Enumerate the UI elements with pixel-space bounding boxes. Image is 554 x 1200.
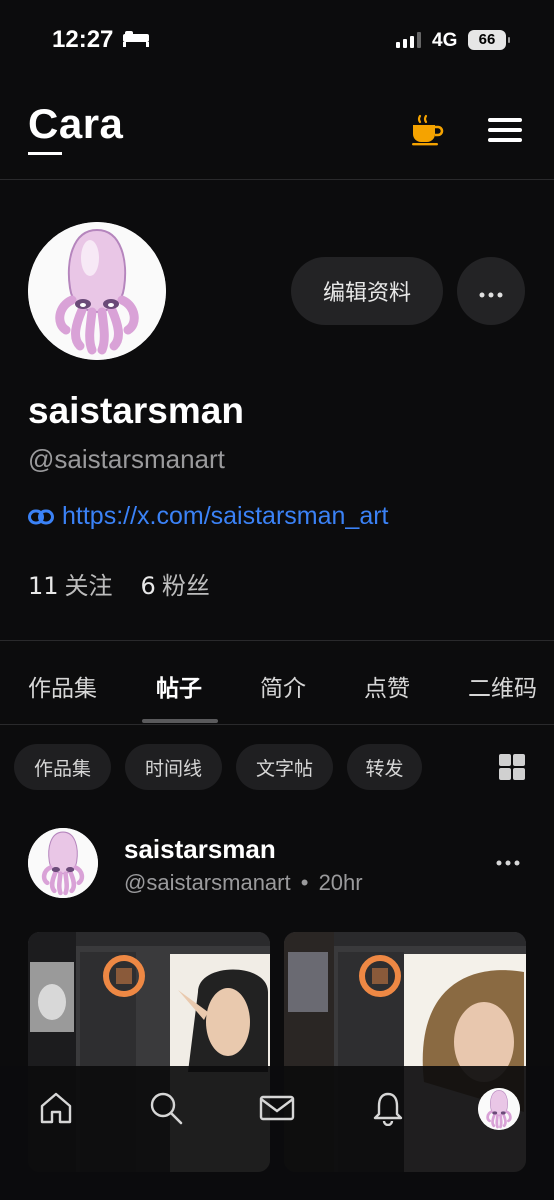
battery-indicator: 66 bbox=[468, 30, 510, 50]
bell-icon[interactable] bbox=[370, 1090, 406, 1126]
profile-link-text[interactable]: https://x.com/saistarsman_art bbox=[62, 502, 389, 531]
profile-link[interactable]: https://x.com/saistarsman_art bbox=[28, 502, 389, 531]
app-logo[interactable]: Cara bbox=[28, 100, 123, 148]
post-time: 20hr bbox=[318, 870, 363, 895]
filter-timeline[interactable]: 时间线 bbox=[125, 744, 222, 790]
post-options-button[interactable] bbox=[496, 846, 520, 872]
network-type: 4G bbox=[432, 30, 458, 51]
active-tab-indicator bbox=[142, 719, 218, 723]
tab-likes[interactable]: 点赞 bbox=[364, 669, 410, 703]
more-options-button[interactable] bbox=[457, 257, 525, 325]
more-dots-icon bbox=[496, 860, 520, 866]
squid-avatar-image bbox=[28, 222, 166, 360]
app-header: Cara bbox=[0, 84, 554, 180]
status-time: 12:27 bbox=[52, 26, 114, 53]
tab-portfolio[interactable]: 作品集 bbox=[28, 669, 97, 703]
hamburger-menu-icon[interactable] bbox=[488, 118, 522, 144]
profile-display-name: saistarsman bbox=[28, 390, 244, 431]
bottom-navigation bbox=[0, 1066, 554, 1200]
nav-profile-avatar[interactable] bbox=[478, 1088, 520, 1130]
search-icon[interactable] bbox=[148, 1090, 184, 1126]
coffee-cup-icon[interactable] bbox=[410, 114, 444, 146]
profile-handle: @saistarsmanart bbox=[28, 444, 225, 474]
home-icon[interactable] bbox=[38, 1090, 74, 1126]
status-bar: 12:27 4G 66 bbox=[0, 0, 554, 84]
logo-underline bbox=[28, 152, 62, 155]
followers-stat[interactable]: 6 粉丝 bbox=[141, 566, 210, 601]
filter-portfolio[interactable]: 作品集 bbox=[14, 744, 111, 790]
more-dots-icon bbox=[479, 292, 503, 298]
cellular-signal-icon bbox=[396, 32, 421, 48]
grid-view-icon[interactable] bbox=[499, 754, 525, 780]
post-meta: @saistarsmanart • 20hr bbox=[124, 870, 363, 896]
tab-qr-code[interactable]: 二维码 bbox=[468, 669, 537, 703]
edit-profile-button[interactable]: 编辑资料 bbox=[291, 257, 443, 325]
squid-avatar-image bbox=[478, 1088, 520, 1130]
squid-avatar-image bbox=[28, 828, 98, 898]
post-author-avatar[interactable] bbox=[28, 828, 98, 898]
post-author-name[interactable]: saistarsman bbox=[124, 834, 276, 865]
sleep-mode-icon bbox=[123, 31, 149, 47]
post-author-handle: @saistarsmanart bbox=[124, 870, 291, 895]
filter-text-posts[interactable]: 文字帖 bbox=[236, 744, 333, 790]
tab-about[interactable]: 简介 bbox=[260, 669, 306, 703]
link-icon bbox=[28, 509, 54, 524]
profile-avatar[interactable] bbox=[28, 222, 166, 360]
following-stat[interactable]: 11 关注 bbox=[28, 566, 113, 601]
tab-posts[interactable]: 帖子 bbox=[156, 669, 202, 703]
mail-icon[interactable] bbox=[259, 1090, 295, 1126]
meta-separator: • bbox=[300, 870, 309, 895]
filter-reposts[interactable]: 转发 bbox=[347, 744, 422, 790]
profile-tabs: 作品集 帖子 简介 点赞 二维码 bbox=[0, 641, 554, 725]
profile-stats: 11 关注 6 粉丝 bbox=[28, 566, 210, 601]
